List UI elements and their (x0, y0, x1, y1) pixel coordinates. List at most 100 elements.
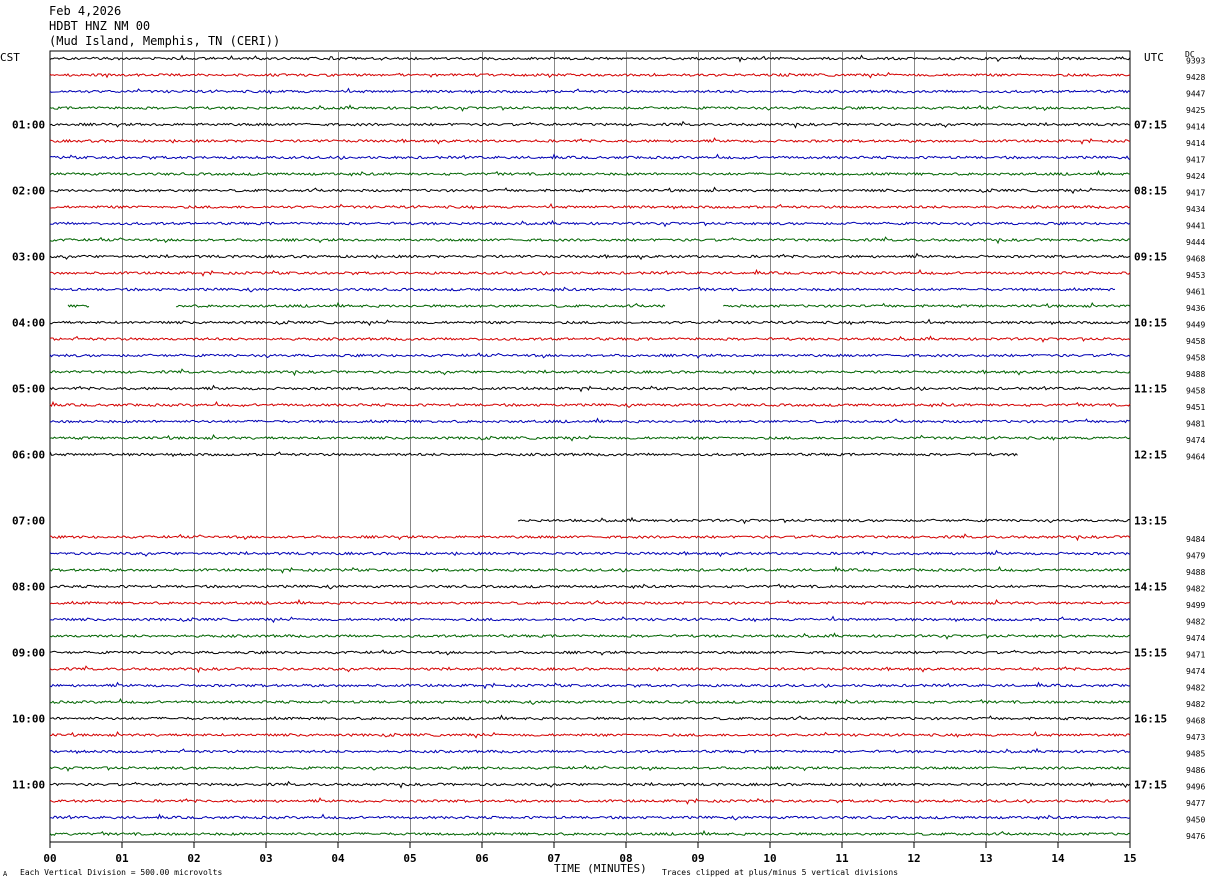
right-hour-label: 11:15 (1134, 383, 1167, 396)
trace-row-15 (722, 302, 1130, 308)
dc-value-row-23: 9474 (1186, 436, 1205, 445)
dc-value-row-45: 9477 (1186, 799, 1205, 808)
x-tick-label: 01 (115, 852, 129, 865)
trace-row-9 (50, 202, 1131, 210)
plot-frame (49, 50, 1131, 843)
trace-row-2 (49, 87, 1131, 95)
trace-row-42 (49, 747, 1131, 755)
left-hour-label: 09:00 (12, 647, 45, 660)
trace-row-16 (49, 318, 1131, 327)
dc-value-row-44: 9496 (1186, 783, 1205, 792)
left-hour-label: 02:00 (12, 185, 45, 198)
trace-row-37 (49, 665, 1131, 674)
dc-value-row-21: 9451 (1186, 403, 1205, 412)
dc-value-row-0: 9393 (1186, 57, 1205, 66)
trace-row-36 (49, 649, 1131, 656)
dc-value-row-5: 9414 (1186, 139, 1205, 148)
x-tick-label: 13 (979, 852, 992, 865)
trace-row-1 (49, 71, 1131, 79)
trace-row-31 (49, 565, 1131, 574)
left-hour-label: 01:00 (12, 119, 45, 132)
trace-row-4 (49, 120, 1131, 129)
trace-row-23 (49, 434, 1131, 442)
dc-value-row-15: 9436 (1186, 304, 1205, 313)
dc-value-row-29: 9484 (1186, 535, 1205, 544)
trace-row-47 (49, 829, 1131, 837)
dc-value-row-7: 9424 (1186, 172, 1205, 181)
trace-row-11 (49, 236, 1131, 245)
dc-value-row-9: 9434 (1186, 205, 1205, 214)
dc-value-row-42: 9485 (1186, 750, 1205, 759)
dc-value-row-6: 9417 (1186, 156, 1205, 165)
left-hour-label: 06:00 (12, 449, 45, 462)
x-tick-label: 05 (403, 852, 416, 865)
left-axis-label: CST (0, 51, 20, 64)
trace-row-28 (517, 516, 1131, 525)
trace-row-21 (49, 400, 1131, 409)
x-tick-label: 02 (187, 852, 200, 865)
dc-value-row-13: 9453 (1186, 271, 1205, 280)
trace-row-5 (49, 137, 1131, 145)
dc-value-row-33: 9499 (1186, 601, 1205, 610)
x-tick-label: 10 (763, 852, 776, 865)
trace-row-8 (49, 186, 1131, 195)
dc-value-row-8: 9417 (1186, 189, 1205, 198)
trace-row-24 (49, 451, 1018, 458)
x-tick-label: 03 (259, 852, 272, 865)
dc-value-row-1: 9428 (1186, 73, 1205, 82)
trace-row-46 (50, 813, 1131, 821)
trace-row-20 (49, 384, 1131, 393)
trace-row-6 (49, 153, 1131, 161)
left-hour-label: 03:00 (12, 251, 45, 264)
right-axis-label: UTC (1144, 51, 1164, 64)
trace-row-38 (49, 681, 1131, 690)
trace-row-32 (49, 583, 1131, 590)
x-tick-label: 15 (1123, 852, 1136, 865)
trace-row-7 (49, 169, 1131, 177)
right-hour-label: 12:15 (1134, 449, 1167, 462)
trace-row-30 (49, 549, 1131, 558)
dc-value-row-46: 9450 (1186, 816, 1205, 825)
right-hour-label: 16:15 (1134, 713, 1167, 726)
trace-row-22 (49, 417, 1131, 424)
left-hour-label: 11:00 (12, 779, 45, 792)
dc-value-row-16: 9449 (1186, 321, 1205, 330)
trace-row-43 (49, 764, 1131, 772)
dc-value-row-43: 9486 (1186, 766, 1205, 775)
trace-row-0 (49, 54, 1131, 63)
dc-value-row-31: 9488 (1186, 568, 1205, 577)
trace-row-17 (49, 335, 1131, 343)
right-hour-label: 09:15 (1134, 251, 1167, 264)
dc-value-row-18: 9458 (1186, 354, 1205, 363)
dc-value-row-24: 9464 (1186, 453, 1205, 462)
dc-value-row-37: 9474 (1186, 667, 1205, 676)
left-hour-label: 10:00 (12, 713, 45, 726)
dc-value-row-22: 9481 (1186, 420, 1205, 429)
dc-value-row-17: 9458 (1186, 337, 1205, 346)
x-tick-label: 09 (691, 852, 704, 865)
dc-value-row-38: 9482 (1186, 684, 1205, 693)
dc-value-row-12: 9468 (1186, 255, 1205, 264)
x-tick-label: 00 (43, 852, 56, 865)
trace-row-14 (49, 286, 1116, 293)
trace-row-15 (175, 301, 666, 309)
left-hour-label: 07:00 (12, 515, 45, 528)
dc-value-row-11: 9444 (1186, 238, 1205, 247)
trace-row-13 (49, 268, 1131, 277)
trace-row-29 (49, 533, 1131, 542)
dc-value-row-30: 9479 (1186, 552, 1205, 561)
seismogram-plot: 00 01 02 03 04 05 06 07 08 09 10 11 12 13 14 15CST UTC DC… (0, 50, 1205, 865)
dc-value-row-39: 9482 (1186, 700, 1205, 709)
x-tick-label: 11 (835, 852, 849, 865)
dc-value-row-34: 9482 (1186, 618, 1205, 627)
dc-value-row-2: 9447 (1186, 90, 1205, 99)
dc-value-row-32: 9482 (1186, 585, 1205, 594)
right-hour-label: 10:15 (1134, 317, 1167, 330)
x-axis-label: TIME (MINUTES) (554, 862, 647, 875)
trace-row-18 (49, 352, 1131, 359)
dc-value-row-20: 9458 (1186, 387, 1205, 396)
trace-row-19 (49, 368, 1131, 377)
left-hour-label: 04:00 (12, 317, 45, 330)
dc-value-row-41: 9473 (1186, 733, 1205, 742)
dc-value-row-35: 9474 (1186, 634, 1205, 643)
